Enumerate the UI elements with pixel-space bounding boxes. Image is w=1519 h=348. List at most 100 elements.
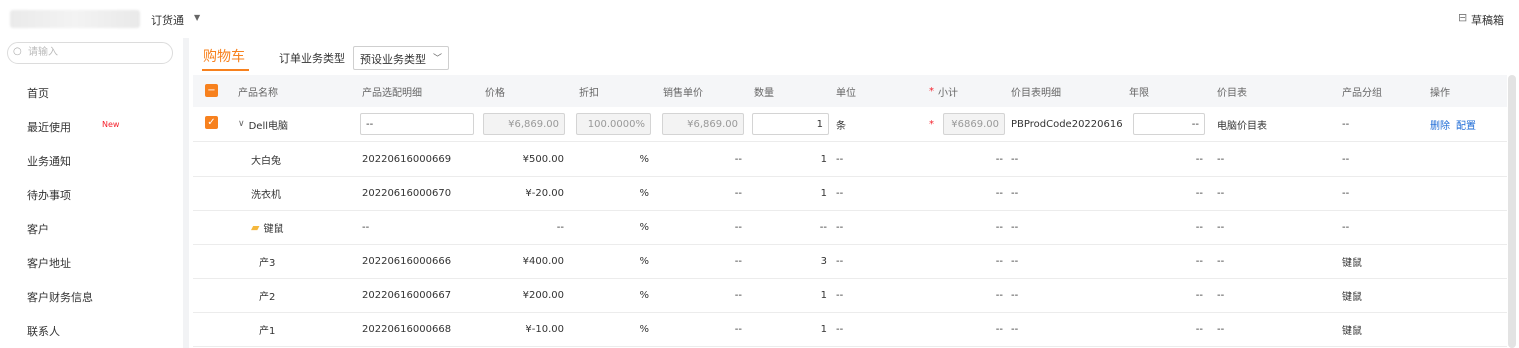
config-cell: 20220616000669 [362, 153, 452, 165]
term-input[interactable]: -- [1133, 113, 1205, 135]
new-badge: New [102, 120, 120, 129]
unit-cell: -- [836, 323, 844, 335]
col-header-unit: 单位 [836, 87, 856, 99]
folder-icon: ▰ [251, 220, 260, 234]
qty-cell: -- [819, 221, 827, 233]
price-cell: ¥500.00 [522, 153, 564, 165]
config-input[interactable]: -- [360, 113, 474, 135]
table-row: 大白兔 20220616000669 ¥500.00 % -- 1 -- -- … [193, 142, 1507, 177]
unit-value: 条 [836, 120, 846, 132]
group-cell: -- [1342, 153, 1350, 165]
sidebar-item-label: 最近使用 [27, 121, 71, 134]
delete-button[interactable]: 删除 [1430, 117, 1450, 132]
unit-cell: -- [836, 255, 844, 267]
sidebar-item-customer-finance[interactable]: 客户财务信息 [0, 280, 183, 314]
chevron-down-icon[interactable]: ∨ [238, 119, 245, 129]
sidebar-item-recent[interactable]: 最近使用 New [0, 110, 183, 144]
inbox-icon[interactable]: ⊟ [1458, 11, 1467, 24]
config-cell: 20220616000668 [362, 323, 452, 335]
col-header-discount: 折扣 [579, 87, 599, 99]
config-cell: 20220616000666 [362, 255, 452, 267]
col-header-sale-price: 销售单价 [663, 87, 703, 99]
discount-cell: % [639, 187, 649, 199]
caret-down-icon[interactable]: ▼ [194, 13, 200, 22]
term-cell: -- [1195, 187, 1203, 199]
sale-price-cell: -- [734, 221, 742, 233]
draft-box-link[interactable]: 草稿箱 [1471, 12, 1504, 28]
table-row: 产3 20220616000666 ¥400.00 % -- 3 -- -- -… [193, 244, 1507, 279]
subtotal-cell: -- [995, 221, 1003, 233]
subtotal-cell: -- [995, 255, 1003, 267]
app-switcher-label[interactable]: 订货通 [151, 12, 184, 28]
pricebook-cell: -- [1217, 289, 1225, 301]
discount-input: 100.0000% [576, 113, 651, 135]
qty-input[interactable]: 1 [752, 113, 829, 135]
product-name-cell: 产2 [259, 291, 276, 303]
order-type-label: 订单业务类型 [279, 52, 345, 65]
pricebook-detail-cell: -- [1011, 289, 1019, 301]
sidebar-item-label: 客户 [27, 223, 49, 236]
pricebook-detail-cell: -- [1011, 323, 1019, 335]
sale-price-cell: -- [734, 255, 742, 267]
sidebar-item-customer[interactable]: 客户 [0, 212, 183, 246]
discount-cell: % [639, 255, 649, 267]
discount-cell: % [639, 221, 649, 233]
sidebar-item-label: 客户地址 [27, 257, 71, 270]
row-checkbox[interactable]: ✓ [205, 116, 218, 129]
col-header-price: 价格 [485, 87, 505, 99]
configure-button[interactable]: 配置 [1456, 117, 1476, 132]
product-name-cell: 洗衣机 [251, 189, 281, 201]
sale-price-cell: -- [734, 323, 742, 335]
col-header-pricebook: 价目表 [1217, 87, 1247, 99]
sidebar-item-todo[interactable]: 待办事项 [0, 178, 183, 212]
pricebook-detail-cell: -- [1011, 153, 1019, 165]
qty-cell: 1 [820, 187, 827, 199]
pricebook-cell: -- [1217, 221, 1225, 233]
sidebar-item-label: 待办事项 [27, 189, 71, 202]
blurred-logo [10, 10, 140, 28]
sidebar-item-home[interactable]: 首页 [0, 76, 183, 110]
config-cell: -- [362, 221, 370, 233]
pricebook-cell: -- [1217, 255, 1225, 267]
pricebook-link[interactable]: 电脑价目表 [1217, 107, 1297, 141]
select-all-checkbox[interactable]: − [205, 84, 218, 97]
sidebar-search[interactable]: ○ [7, 42, 173, 64]
unit-cell: -- [836, 187, 844, 199]
pricebook-detail-value: PBProdCode20220616... [1011, 118, 1123, 130]
term-cell: -- [1195, 255, 1203, 267]
pricebook-detail-cell: -- [1011, 187, 1019, 199]
term-cell: -- [1195, 323, 1203, 335]
sidebar-item-notifications[interactable]: 业务通知 [0, 144, 183, 178]
term-cell: -- [1195, 153, 1203, 165]
product-name-cell: ▰ 键鼠 [251, 220, 284, 235]
pricebook-detail-cell: -- [1011, 255, 1019, 267]
config-cell: 20220616000670 [362, 187, 452, 199]
group-cell: 键鼠 [1342, 257, 1362, 269]
unit-cell: -- [836, 289, 844, 301]
vertical-scrollbar[interactable] [1508, 75, 1516, 348]
col-header-config: 产品选配明细 [362, 87, 422, 99]
order-type-select[interactable]: 预设业务类型 ﹀ [353, 46, 449, 70]
col-header-pricebook-detail: 价目表明细 [1011, 87, 1061, 99]
col-header-qty: 数量 [754, 87, 774, 99]
group-cell: 键鼠 [1342, 325, 1362, 337]
product-name-cell: 产1 [259, 325, 276, 337]
search-icon: ○ [13, 46, 22, 57]
tab-shopping-cart[interactable]: 购物车 [203, 46, 245, 66]
chevron-down-icon: ﹀ [433, 54, 443, 64]
col-header-term: 年限 [1129, 87, 1149, 99]
table-header: − 产品名称 产品选配明细 价格 折扣 销售单价 数量 单位 * 小计 价目表明细… [193, 75, 1507, 108]
subtotal-cell: -- [995, 323, 1003, 335]
col-header-group: 产品分组 [1342, 87, 1382, 99]
sidebar-item-contacts[interactable]: 联系人 [0, 314, 183, 348]
subtotal-cell: -- [995, 289, 1003, 301]
row-actions: 删除 配置 [1430, 107, 1500, 141]
sidebar-item-customer-address[interactable]: 客户地址 [0, 246, 183, 280]
table-row-main-product[interactable]: ✓ ∨ Dell电脑 -- ¥6,869.00 100.0000% ¥6,869.… [193, 107, 1507, 142]
col-header-subtotal: * 小计 [929, 85, 958, 99]
search-input[interactable] [28, 45, 163, 59]
price-cell: ¥-20.00 [525, 187, 564, 199]
pricebook-cell: -- [1217, 323, 1225, 335]
price-cell: ¥400.00 [522, 255, 564, 267]
order-type-value: 预设业务类型 [360, 53, 426, 66]
